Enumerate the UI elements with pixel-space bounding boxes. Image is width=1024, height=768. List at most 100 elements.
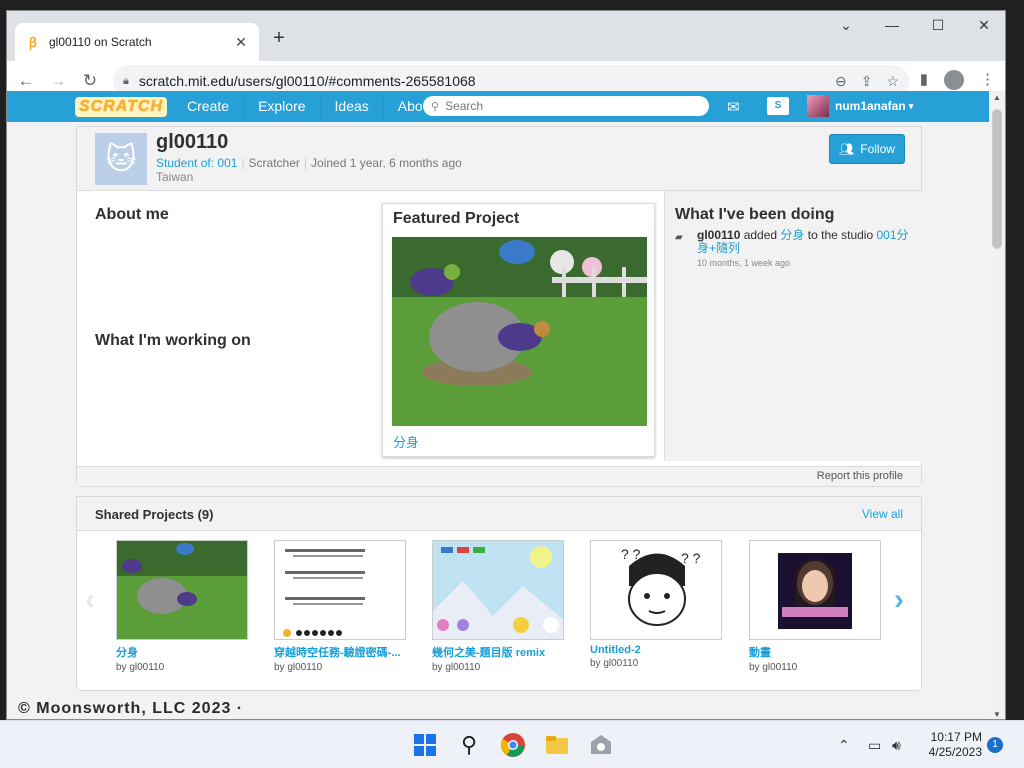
activity-user[interactable]: gl00110: [697, 228, 740, 242]
profile-avatar-icon[interactable]: [944, 70, 964, 90]
project-thumbnail[interactable]: [432, 540, 564, 640]
featured-project-thumbnail[interactable]: [392, 237, 647, 426]
project-title[interactable]: 穿越時空任務-驗證密碼-...: [274, 644, 406, 660]
featured-project-title[interactable]: 分身: [393, 432, 419, 451]
student-of-label: Student of:: [156, 156, 215, 170]
file-explorer-icon[interactable]: [544, 732, 570, 758]
shared-projects-box: Shared Projects (9) View all ‹ › 分身 by g…: [76, 496, 922, 691]
forward-arrow-icon[interactable]: →: [45, 71, 71, 91]
search-icon[interactable]: ⚲: [456, 732, 482, 758]
project-thumbnail[interactable]: [116, 540, 248, 640]
user-menu[interactable]: num1anafan ▾: [807, 95, 913, 117]
featured-project-card: Featured Project 分身: [382, 203, 655, 457]
system-clock[interactable]: 10:17 PM 4/25/2023: [922, 730, 982, 760]
my-stuff-icon[interactable]: S: [767, 97, 789, 115]
scratch-logo[interactable]: SCRATCH: [75, 96, 168, 117]
project-card[interactable]: 分身 by gl00110: [116, 540, 248, 673]
reload-icon[interactable]: ↻: [77, 71, 103, 91]
project-card[interactable]: 幾何之美-題目版 remix by gl00110: [432, 540, 564, 673]
project-2-image: [283, 549, 365, 637]
joined-text: Joined 1 year, 6 months ago: [311, 156, 462, 170]
follow-label: Follow: [860, 142, 895, 156]
project-thumbnail[interactable]: [749, 540, 881, 640]
profile-role: Scratcher: [248, 156, 300, 170]
project-thumbnail[interactable]: ? ? ? ?: [590, 540, 722, 640]
project-1-image: [117, 541, 247, 639]
project-author[interactable]: by gl00110: [749, 662, 881, 673]
project-3-image: [433, 541, 563, 639]
project-card[interactable]: 穿越時空任務-驗證密碼-... by gl00110: [274, 540, 406, 673]
profile-location: Taiwan: [156, 170, 194, 184]
nav-explore[interactable]: Explore: [243, 91, 319, 122]
follow-icon: 👥︎: [839, 142, 855, 156]
search-box[interactable]: ⚲: [423, 96, 709, 116]
project-card[interactable]: 動畫 by gl00110: [749, 540, 881, 673]
scratch-navbar: SCRATCH Create Explore Ideas About ⚲ ✉ S…: [7, 91, 991, 122]
volume-icon[interactable]: 🔊︎: [892, 737, 901, 754]
view-all-link[interactable]: View all: [862, 507, 903, 521]
nav-ideas[interactable]: Ideas: [319, 91, 383, 122]
shared-projects-heading: Shared Projects (9): [95, 507, 214, 522]
minimize-button[interactable]: —: [877, 17, 907, 33]
project-author[interactable]: by gl00110: [590, 658, 722, 669]
search-input[interactable]: [445, 99, 686, 113]
maximize-button[interactable]: ☐: [923, 17, 953, 34]
svg-text:? ?: ? ?: [681, 550, 701, 566]
zoom-icon[interactable]: ⊖: [835, 73, 847, 90]
activity-panel: What I've been doing ▰ gl00110 added 分身 …: [664, 191, 922, 461]
close-tab-icon[interactable]: ✕: [233, 34, 249, 51]
follow-button[interactable]: 👥︎ Follow: [829, 134, 905, 164]
tab-strip: ꞵ gl00110 on Scratch ✕ + ⌄ — ☐ ✕: [7, 11, 1005, 61]
working-on-heading: What I'm working on: [95, 332, 251, 349]
project-card[interactable]: ? ? ? ? Untitled-2 by gl00110: [590, 540, 722, 669]
project-title[interactable]: 幾何之美-題目版 remix: [432, 644, 564, 660]
scroll-down-icon[interactable]: ▼: [989, 710, 1005, 719]
project-5-image: [778, 553, 852, 629]
scroll-up-icon[interactable]: ▲: [989, 93, 1005, 102]
menu-dots-icon[interactable]: ⋮: [980, 70, 995, 90]
lock-icon: 🔒︎: [123, 74, 129, 87]
start-icon[interactable]: [412, 732, 438, 758]
new-tab-button[interactable]: +: [267, 27, 291, 50]
carousel-right-arrow-icon[interactable]: ›: [894, 583, 904, 617]
vertical-scrollbar[interactable]: ▲ ▼: [989, 91, 1005, 719]
network-icon[interactable]: ▭: [868, 737, 881, 754]
profile-header: 🐱︎ gl00110 Student of: 001 | Scratcher | Joi…: [77, 127, 921, 191]
report-profile-link: Report this profile: [77, 466, 921, 486]
student-of-link[interactable]: 001: [217, 156, 237, 170]
project-title[interactable]: Untitled-2: [590, 644, 722, 656]
back-arrow-icon[interactable]: ←: [13, 71, 39, 91]
clock-time: 10:17 PM: [930, 730, 982, 744]
carousel-left-arrow-icon[interactable]: ‹: [85, 583, 95, 617]
bookmark-star-icon[interactable]: ☆: [886, 73, 899, 90]
windows-taskbar: ⚲ ⌃ ▭ 🔊︎ 10:17 PM 4/25/2023 1: [0, 720, 1024, 768]
search-icon: ⚲: [431, 100, 440, 113]
nav-create[interactable]: Create: [173, 91, 243, 122]
activity-project-link[interactable]: 分身: [780, 228, 804, 242]
close-window-button[interactable]: ✕: [969, 17, 999, 34]
project-author[interactable]: by gl00110: [274, 662, 406, 673]
scrollbar-thumb[interactable]: [992, 109, 1002, 249]
project-thumbnail[interactable]: [274, 540, 406, 640]
app-icon[interactable]: [588, 732, 614, 758]
side-panel-icon[interactable]: ▮: [920, 70, 928, 90]
notification-badge[interactable]: 1: [987, 737, 1003, 753]
messages-icon[interactable]: ✉: [727, 98, 740, 116]
share-icon[interactable]: ⇪: [861, 73, 873, 90]
watermark-text: © Moonsworth, LLC 2023 ·: [18, 700, 244, 717]
user-avatar: [807, 95, 829, 117]
project-title[interactable]: 分身: [116, 644, 248, 660]
shared-projects-header: Shared Projects (9) View all: [77, 497, 921, 531]
project-title[interactable]: 動畫: [749, 644, 881, 660]
tray-chevron-up-icon[interactable]: ⌃: [838, 737, 850, 754]
project-author[interactable]: by gl00110: [432, 662, 564, 673]
chrome-icon[interactable]: [500, 732, 526, 758]
project-author[interactable]: by gl00110: [116, 662, 248, 673]
browser-window: ꞵ gl00110 on Scratch ✕ + ⌄ — ☐ ✕ ← → ↻ 🔒…: [6, 10, 1006, 720]
active-tab[interactable]: ꞵ gl00110 on Scratch ✕: [15, 23, 259, 61]
tab-search-icon[interactable]: ⌄: [831, 17, 861, 34]
project-4-image: ? ? ? ?: [621, 546, 701, 626]
studio-icon: ▰: [675, 232, 683, 243]
profile-username: gl00110: [156, 131, 229, 153]
report-label[interactable]: Report this profile: [817, 470, 903, 482]
